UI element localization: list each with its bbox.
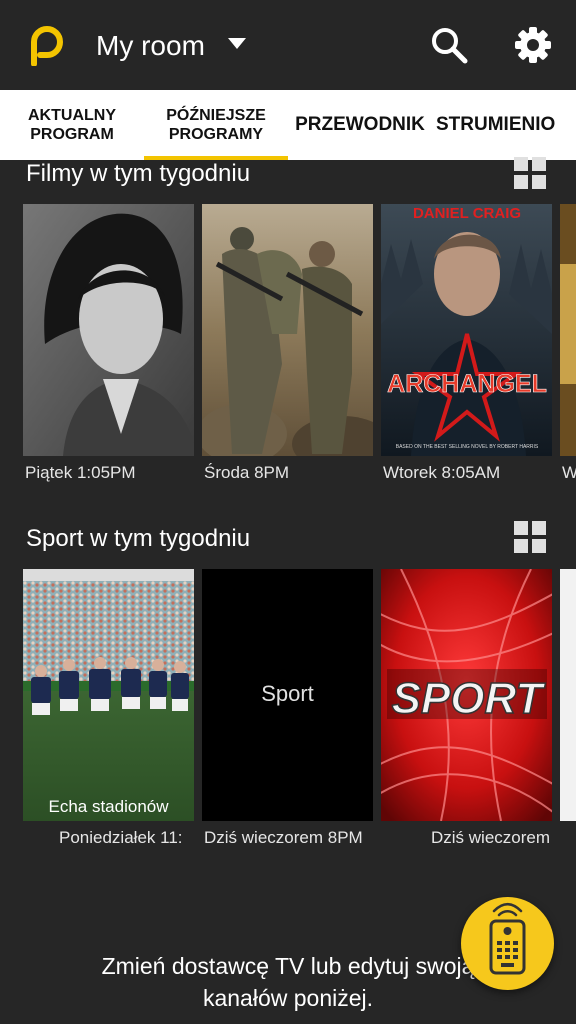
room-selector-label[interactable]: My room (96, 28, 205, 64)
plex-logo-icon[interactable] (26, 22, 66, 66)
movies-section-title: Filmy w tym tygodniu (26, 160, 251, 187)
movie-time: W (562, 463, 576, 482)
grid-view-icon[interactable] (514, 157, 546, 189)
tab-label: PROGRAMY (168, 126, 264, 143)
sport-card[interactable]: Echa stadionów (23, 569, 194, 821)
sports-section-title: Sport w tym tygodniu (26, 525, 251, 552)
sport-time: Dziś wieczorem (431, 828, 551, 847)
sport-poster: SPORT (381, 569, 552, 821)
remote-control-icon (489, 903, 526, 975)
tab-label: PÓŹNIEJSZE (166, 107, 266, 124)
movie-card[interactable] (202, 204, 373, 456)
tab-streaming[interactable]: STRUMIENIO (436, 90, 576, 160)
movie-card[interactable]: DANIEL CRAIG ARCHANGEL BASED ON THE BEST… (381, 204, 552, 456)
card-overlay-title: Echa stadionów (48, 797, 169, 816)
gear-icon[interactable] (514, 26, 552, 64)
sport-time: Poniedziałek 11: (59, 828, 183, 847)
search-icon[interactable] (430, 26, 468, 64)
remote-control-button[interactable] (461, 897, 554, 990)
movie-poster (560, 204, 576, 456)
sport-card[interactable] (560, 569, 576, 821)
movie-card[interactable] (560, 204, 576, 456)
movie-poster (202, 204, 373, 456)
movie-time: Środa 8PM (204, 463, 290, 482)
sport-poster (23, 569, 194, 821)
movie-card[interactable] (23, 204, 194, 456)
sport-time: Dziś wieczorem 8PM (204, 828, 363, 847)
movie-poster: DANIEL CRAIG ARCHANGEL BASED ON THE BEST… (381, 204, 552, 456)
movie-time: Piątek 1:05PM (25, 463, 136, 482)
tab-bar: AKTUALNY PROGRAM PÓŹNIEJSZE PROGRAMY PRZEW… (0, 90, 576, 160)
tab-later-programs[interactable]: PÓŹNIEJSZE PROGRAMY (144, 90, 288, 160)
top-bar: My room (0, 0, 576, 90)
sport-card[interactable]: SPORT (381, 569, 552, 821)
tab-label: STRUMIENIO (436, 114, 556, 135)
tab-label: PRZEWODNIK (295, 114, 425, 135)
tab-label: PROGRAM (30, 126, 114, 143)
card-placeholder-title: Sport (261, 681, 314, 706)
sport-card[interactable]: Sport (202, 569, 373, 821)
poster-actor: DANIEL CRAIG (413, 205, 521, 222)
movie-poster (23, 204, 194, 456)
tab-current-program[interactable]: AKTUALNY PROGRAM (0, 90, 144, 160)
tab-guide[interactable]: PRZEWODNIK (288, 90, 432, 160)
grid-view-icon[interactable] (514, 521, 546, 553)
poster-title: ARCHANGEL (387, 370, 547, 398)
poster-footer: BASED ON THE BEST SELLING NOVEL BY ROBER… (396, 444, 539, 450)
tab-label: AKTUALNY (28, 107, 116, 124)
movie-time: Wtorek 8:05AM (383, 463, 501, 482)
chevron-down-icon[interactable] (228, 38, 246, 49)
poster-title: SPORT (392, 674, 546, 723)
